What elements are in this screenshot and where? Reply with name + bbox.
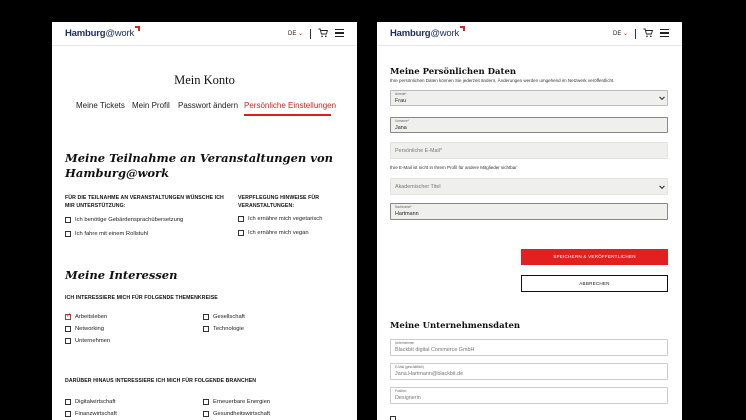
interests-heading: Meine Interessen [65,268,178,282]
personal-data-intro: Ihre persönlichen Daten können Sie jeder… [390,78,615,83]
field-label: Unternehmen [395,341,415,345]
field-label: Vorname* [395,119,409,123]
language-selector[interactable]: DE ⌄ [613,30,628,37]
account-settings-panel: Hamburg@work DE ⌄ Mein Konto Meine Ticke… [52,22,357,420]
checkbox-label: Ich ernähre mich vegan [248,230,309,236]
checkbox-digitalwirtschaft[interactable] [65,399,71,405]
field-placeholder: Akademischer Titel [395,184,441,190]
hamburg-at-work-logo[interactable]: Hamburg@work [390,26,466,39]
checkbox-finanzwirtschaft[interactable] [65,411,71,417]
field-value: Designerin [395,395,421,401]
work-email-input[interactable]: E-Mail (geschäftlich) Jana.Hartmann@blac… [390,363,668,380]
checkbox-label: Ich fahre mit einem Rollstuhl [75,231,149,237]
firstname-input[interactable]: Vorname* Jana [390,117,668,133]
hamburger-menu-icon[interactable] [335,29,344,37]
company-input[interactable]: Unternehmen Blackbit digital Commerce Gm… [390,339,668,356]
tab-meine-tickets[interactable]: Meine Tickets [76,101,125,110]
checkbox-wheelchair[interactable] [65,231,71,237]
chevron-down-icon: ⌄ [623,31,629,37]
save-publish-button[interactable]: Speichern & veröffentlichen [521,249,668,265]
checkbox-label: Unternehmen [75,338,111,344]
checkbox-technologie[interactable] [203,326,209,332]
shopping-cart-icon[interactable] [643,28,653,38]
lastname-input[interactable]: Nachname* Hartmann [390,203,668,220]
logo-suffix: @work [430,28,460,39]
checkbox-gesundheitswirtschaft[interactable] [203,411,209,417]
email-hint: Ihre E-Mail ist nicht in Ihrem Profil fü… [390,165,517,170]
logo-suffix: @work [105,28,135,39]
checkbox-networking[interactable] [65,326,71,332]
food-label: Verpflegung Hinweise für Veranstaltungen… [238,195,320,209]
checkbox-label: Gesellschaft [213,314,245,320]
checkbox-label: Ich ernähre mich vegetarisch [248,216,323,222]
logo-text: Hamburg [65,28,106,39]
checkbox-label: Erneuerbare Energien [213,399,271,405]
language-code: DE [613,31,622,37]
site-header: Hamburg@work DE ⌄ [52,22,357,46]
logo-mark-icon [460,26,466,31]
active-tab-underline [244,114,331,116]
shopping-cart-icon[interactable] [318,28,328,38]
checkbox-arbeitsleben[interactable] [65,312,71,320]
site-header: Hamburg@work DE ⌄ [377,22,682,46]
field-value: Jana.Hartmann@blackbit.de [395,371,464,377]
chevron-down-icon: ⌄ [298,31,304,37]
field-label: Anrede* [395,92,407,96]
checkbox-erneuerbare-energien[interactable] [203,399,209,405]
academic-title-select[interactable]: Akademischer Titel [390,178,668,195]
chevron-down-icon [659,94,665,101]
field-label: Position [395,389,407,393]
company-checkbox[interactable] [390,416,396,420]
checkbox-label: Technologie [213,326,244,332]
logo-mark-icon [135,26,141,31]
cancel-button[interactable]: Abbrechen [521,275,668,292]
chevron-down-icon [659,182,665,189]
field-label: Nachname* [395,205,412,209]
checkbox-unternehmen[interactable] [65,338,71,344]
position-input[interactable]: Position Designerin [390,387,668,404]
header-divider [635,29,636,39]
field-placeholder: Persönliche E-Mail* [395,148,443,154]
checkbox-sign-language[interactable] [65,217,71,223]
logo-text: Hamburg [390,28,431,39]
checkbox-label: Ich benötige Gebärdensprachübersetzung [75,217,184,223]
field-value: Frau [395,98,407,104]
checkbox-vegetarian[interactable] [238,216,244,222]
checkbox-label: Digitalwirtschaft [75,399,116,405]
checkbox-label: Finanzwirtschaft [75,411,117,417]
language-selector[interactable]: DE ⌄ [288,30,303,37]
tab-persoenliche-einstellungen[interactable]: Persönliche Einstellungen [244,101,336,110]
hamburg-at-work-logo[interactable]: Hamburg@work [65,26,141,39]
topics-label: Ich interessiere mich für folgende Theme… [65,295,218,301]
checkbox-gesellschaft[interactable] [203,314,209,320]
checkbox-vegan[interactable] [238,230,244,236]
email-input[interactable]: Persönliche E-Mail* [390,142,668,159]
tab-mein-profil[interactable]: Mein Profil [132,101,170,110]
language-code: DE [288,31,297,37]
field-value: Jana [395,125,407,131]
events-heading: Meine Teilnahme an Veranstaltungen von H… [65,151,333,180]
checkbox-label: Gesundheitswirtschaft [213,411,271,417]
field-value: Blackbit digital Commerce GmbH [395,347,475,353]
support-label: Für die Teilnahme an Veranstaltungen wün… [65,195,224,209]
checkbox-label: Arbeitsleben [75,314,108,320]
personal-data-heading: Meine Persönlichen Daten [390,67,517,77]
header-divider [310,29,311,39]
field-label: E-Mail (geschäftlich) [395,365,424,369]
field-value: Hartmann [395,211,419,217]
branches-label: Darüber hinaus interessiere ich mich für… [65,378,257,384]
salutation-select[interactable]: Anrede* Frau [390,90,668,106]
company-data-heading: Meine Unternehmensdaten [390,321,521,331]
hamburger-menu-icon[interactable] [660,29,669,37]
personal-data-panel: Hamburg@work DE ⌄ Meine Persönlichen Dat… [377,22,682,420]
page-title: Mein Konto [174,73,235,87]
tab-passwort-aendern[interactable]: Passwort ändern [178,101,238,110]
checkbox-label: Networking [75,326,104,332]
